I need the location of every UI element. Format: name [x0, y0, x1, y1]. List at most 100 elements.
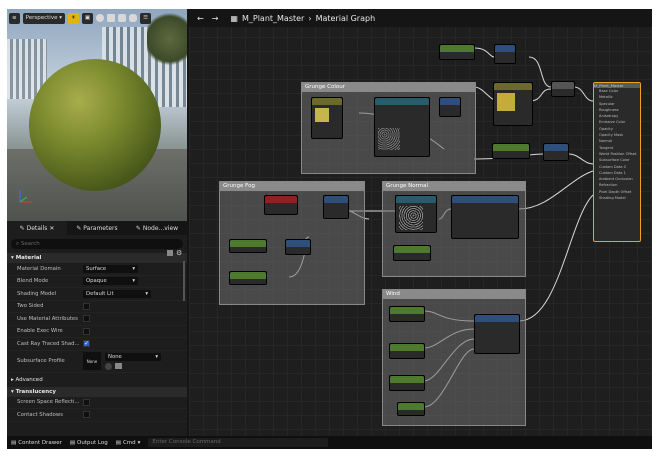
material-editor-window: ≡ Perspective ▾ ☀ ▣ ☰ ✎ Details ✕ ✎ Para… — [7, 9, 652, 449]
math-node[interactable] — [323, 195, 349, 219]
console-command-input[interactable]: Enter Console Command — [148, 438, 329, 447]
cast-ray-traced-shadows-checkbox[interactable]: ✓ — [83, 340, 90, 348]
scalar-parameter-node[interactable] — [389, 343, 425, 359]
simple-grass-wind-node[interactable] — [474, 314, 520, 354]
property-label: Blend Mode — [17, 278, 49, 285]
property-row: Cast Ray Traced Shad... ✓ — [7, 338, 187, 351]
input-shading-model[interactable]: Shading Model — [594, 195, 640, 201]
section-material[interactable]: ▾ Material — [7, 253, 187, 263]
constant-node[interactable] — [397, 402, 425, 416]
math-node[interactable] — [285, 239, 311, 255]
viewport-toolbar: ≡ Perspective ▾ ☀ ▣ ☰ — [9, 12, 152, 24]
blend-mode-dropdown[interactable]: Opaque ▾ — [83, 277, 138, 286]
search-placeholder: Search — [20, 241, 40, 247]
math-node[interactable] — [543, 143, 569, 161]
shading-model-dropdown[interactable]: Default Lit ▾ — [83, 289, 151, 298]
enable-exec-wire-checkbox[interactable] — [83, 327, 90, 335]
material-domain-dropdown[interactable]: Surface ▾ — [83, 264, 138, 273]
property-row: Contact Shadows — [7, 409, 187, 422]
texture-preview — [378, 128, 400, 150]
chevron-down-icon: ▾ — [155, 353, 158, 360]
terminal-icon: ▤ — [115, 439, 121, 446]
background-tree — [147, 9, 187, 69]
color-swatch — [497, 93, 515, 111]
cube-icon[interactable] — [118, 14, 127, 22]
content-drawer-button[interactable]: ▤ Content Drawer — [11, 440, 62, 446]
property-label: Enable Exec Wire — [17, 328, 63, 335]
subsurface-profile-dropdown[interactable]: None ▾ — [105, 352, 161, 361]
flatten-normal-node[interactable] — [451, 195, 519, 239]
perspective-dropdown[interactable]: Perspective ▾ — [22, 12, 65, 24]
property-label: Cast Ray Traced Shad... — [17, 340, 80, 347]
scalar-parameter-node[interactable] — [393, 245, 431, 261]
scalar-parameter-node[interactable] — [229, 271, 267, 285]
cmd-dropdown[interactable]: ▤ Cmd ▾ — [116, 440, 141, 446]
sphere-icon[interactable] — [96, 14, 105, 22]
chevron-down-icon: ▾ — [132, 265, 135, 272]
use-material-attributes-checkbox[interactable] — [83, 315, 90, 323]
texture-preview — [399, 206, 423, 230]
material-result-node[interactable]: M_Plant_Master Base Color Metallic Specu… — [593, 82, 641, 242]
section-advanced[interactable]: ▸ Advanced — [7, 374, 187, 385]
contact-shadows-checkbox[interactable] — [83, 411, 90, 419]
details-tabs: ✎ Details ✕ ✎ Parameters ✎ Node...view — [7, 221, 187, 235]
multiply-node[interactable] — [439, 97, 461, 117]
perspective-label: Perspective — [25, 15, 58, 21]
scalar-parameter-node-red[interactable] — [264, 195, 298, 215]
reset-icon[interactable] — [105, 362, 112, 370]
property-row: Subsurface Profile None None ▾ — [7, 351, 187, 373]
property-row: Use Material Attributes — [7, 313, 187, 326]
lerp-node[interactable] — [551, 81, 575, 97]
material-preview-viewport[interactable]: ≡ Perspective ▾ ☀ ▣ ☰ — [7, 9, 187, 221]
vector-parameter-node[interactable] — [311, 97, 343, 139]
chevron-down-icon: ▾ — [145, 290, 148, 297]
folder-icon[interactable] — [115, 362, 122, 369]
texture-sample-node[interactable] — [374, 97, 430, 157]
property-row: Blend Mode Opaque ▾ — [7, 276, 187, 288]
property-row: Two Sided — [7, 301, 187, 313]
screen-space-reflections-checkbox[interactable] — [83, 398, 90, 406]
viewport-menu-button[interactable]: ≡ — [9, 12, 20, 24]
cylinder-icon[interactable] — [129, 14, 138, 22]
scalar-parameter-node[interactable] — [229, 239, 267, 253]
content-drawer-icon: ▤ — [11, 439, 17, 446]
property-row: Screen Space Reflecti... — [7, 397, 187, 409]
two-sided-checkbox[interactable] — [83, 302, 90, 310]
preview-menu-icon[interactable]: ☰ — [140, 12, 152, 24]
color-swatch — [315, 108, 329, 122]
math-node[interactable] — [494, 44, 516, 64]
property-label: Material Domain — [17, 265, 61, 272]
scalar-parameter-node[interactable] — [389, 375, 425, 391]
property-row: Enable Exec Wire — [7, 326, 187, 338]
gear-icon[interactable]: ⚙ — [176, 249, 182, 257]
scalar-parameter-node[interactable] — [389, 306, 425, 322]
tab-node-preview[interactable]: ✎ Node...view — [127, 221, 187, 235]
lit-icon[interactable]: ☀ — [67, 12, 79, 24]
preview-sphere[interactable] — [29, 59, 161, 191]
property-label: Use Material Attributes — [17, 315, 78, 322]
status-bar: ▤ Content Drawer ▤ Output Log ▤ Cmd ▾ En… — [7, 436, 652, 449]
scalar-parameter-node[interactable] — [492, 143, 530, 159]
axis-gizmo-icon — [19, 190, 32, 203]
tab-details[interactable]: ✎ Details ✕ — [7, 221, 67, 235]
scalar-parameter-node[interactable] — [439, 44, 475, 60]
chevron-down-icon: ▾ — [137, 439, 141, 446]
vector-parameter-node[interactable] — [493, 82, 533, 126]
property-label: Contact Shadows — [17, 411, 63, 418]
texture-sample-node[interactable] — [395, 195, 437, 233]
show-flags-icon[interactable]: ▣ — [81, 12, 94, 24]
output-log-icon: ▤ — [69, 439, 76, 446]
chevron-down-icon: ▾ — [132, 278, 135, 285]
grid-view-icon[interactable] — [167, 250, 173, 256]
output-log-button[interactable]: ▤ Output Log — [70, 440, 108, 446]
details-search-input[interactable]: ⌕ Search — [11, 239, 183, 249]
tab-parameters[interactable]: ✎ Parameters — [67, 221, 127, 235]
material-graph-canvas[interactable]: ← → ▦ M_Plant_Master › Material Graph Gr… — [189, 9, 652, 436]
property-label: Shading Model — [17, 290, 57, 297]
plane-icon[interactable] — [107, 14, 116, 22]
property-label: Subsurface Profile — [17, 358, 65, 364]
section-translucency[interactable]: ▾ Translucency — [7, 386, 187, 397]
property-label: Two Sided — [17, 303, 44, 310]
subsurface-thumbnail[interactable]: None — [83, 352, 101, 370]
details-scrollbar[interactable] — [183, 261, 185, 301]
